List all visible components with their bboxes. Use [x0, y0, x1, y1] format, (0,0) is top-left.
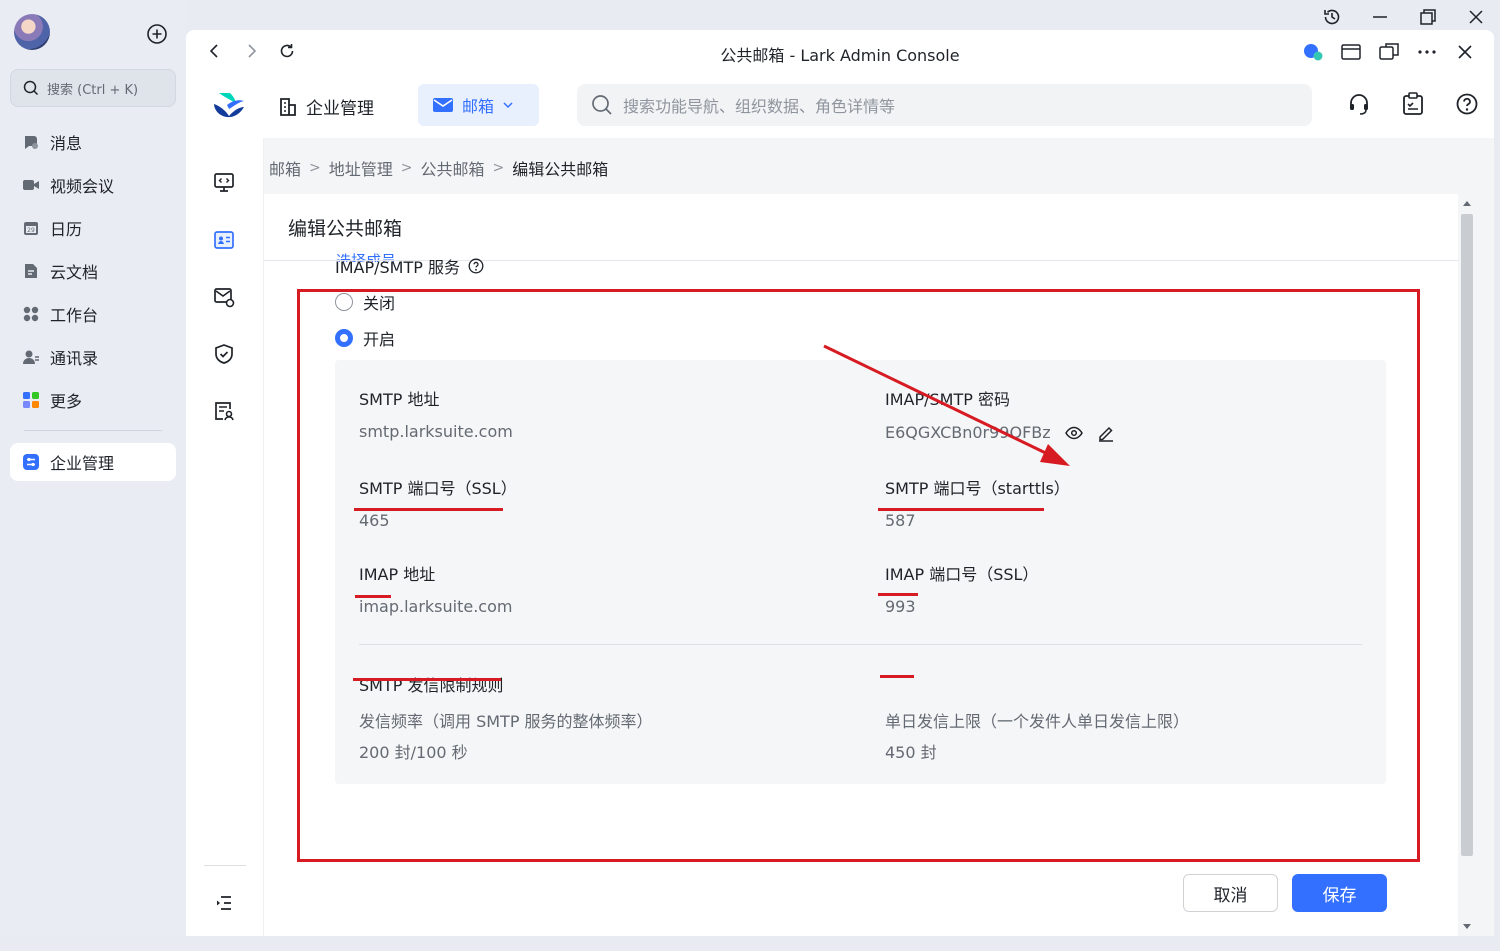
sidebar-item-contacts[interactable]: 通讯录 — [10, 335, 176, 378]
window-tools — [1302, 42, 1476, 62]
imap-section-title: IMAP/SMTP 服务 — [335, 254, 484, 278]
shield-icon[interactable] — [213, 343, 235, 365]
breadcrumb-separator: > — [400, 160, 413, 176]
contacts-icon — [23, 350, 39, 364]
org-switcher[interactable]: 企业管理 — [278, 94, 374, 119]
close-icon — [1469, 10, 1483, 24]
search-icon — [23, 80, 39, 96]
developer-monitor-icon[interactable] — [213, 172, 235, 194]
sidebar-item-label: 更多 — [50, 391, 83, 411]
sidebar-bottom-divider — [204, 865, 246, 866]
lark-sidebar: 搜索 (Ctrl + K) 消息 视频会议 29 日历 云文档 工作台 通讯录 — [0, 0, 186, 951]
history-icon — [1324, 9, 1340, 25]
imap-section-label: IMAP/SMTP 服务 — [335, 258, 460, 277]
grid-icon — [23, 306, 39, 321]
chat-icon — [25, 135, 38, 149]
minimize-button[interactable] — [1356, 4, 1404, 30]
breadcrumb-separator: > — [492, 160, 505, 176]
sidebar-item-docs[interactable]: 云文档 — [10, 249, 176, 292]
sidebar-item-label: 云文档 — [50, 262, 99, 282]
close-tab-icon[interactable] — [1454, 42, 1476, 62]
admin-icon — [23, 454, 39, 470]
support-icon[interactable] — [1348, 92, 1370, 116]
help-circle-icon[interactable] — [468, 258, 484, 274]
annotation-underline — [353, 678, 501, 681]
sidebar-item-label: 通讯录 — [50, 348, 99, 368]
collapse-sidebar-icon[interactable] — [213, 892, 235, 914]
save-button[interactable]: 保存 — [1292, 874, 1387, 912]
avatar[interactable] — [14, 14, 50, 50]
breadcrumb-item-public-mailbox[interactable]: 公共邮箱 — [421, 156, 485, 180]
add-icon[interactable] — [146, 23, 168, 45]
docs-icon — [25, 263, 37, 278]
search-icon — [592, 95, 612, 115]
building-icon — [280, 97, 296, 116]
calendar-icon: 29 — [24, 221, 38, 235]
annotation-underline — [880, 675, 914, 678]
app-header: 企业管理 邮箱 搜索功能导航、组织数据、角色详情等 — [186, 74, 1494, 138]
breadcrumb-item-address[interactable]: 地址管理 — [329, 156, 393, 180]
breadcrumb-separator: > — [309, 160, 321, 176]
apps-icon — [23, 391, 39, 408]
sidebar-item-label: 视频会议 — [50, 176, 115, 196]
mail-icon — [433, 98, 453, 112]
sidebar-item-label: 日历 — [50, 219, 83, 239]
annotation-arrow — [823, 344, 1070, 466]
address-card-icon[interactable] — [213, 229, 235, 251]
sidebar-item-label: 工作台 — [50, 305, 99, 325]
sidebar-nav: 消息 视频会议 29 日历 云文档 工作台 通讯录 更多 — [10, 120, 176, 421]
video-icon — [23, 179, 39, 190]
module-sidebar — [186, 138, 264, 936]
org-label: 企业管理 — [306, 99, 374, 119]
mail-module-tab[interactable]: 邮箱 — [418, 84, 539, 126]
cancel-button[interactable]: 取消 — [1183, 874, 1278, 912]
sidebar-item-video[interactable]: 视频会议 — [10, 163, 176, 206]
mail-settings-icon[interactable] — [213, 286, 235, 308]
close-button[interactable] — [1452, 4, 1500, 30]
annotation-underline — [878, 508, 1044, 511]
scroll-up-icon[interactable] — [1463, 200, 1471, 206]
sidebar-item-more[interactable]: 更多 — [10, 378, 176, 421]
sidebar-search-placeholder: 搜索 (Ctrl + K) — [47, 82, 139, 98]
annotation-underline — [354, 508, 503, 511]
header-tools — [1348, 92, 1478, 116]
minimize-icon — [1373, 16, 1387, 18]
sidebar-item-enterprise[interactable]: 企业管理 — [10, 443, 176, 481]
restore-button[interactable] — [1404, 4, 1452, 30]
panel-icon[interactable] — [1340, 42, 1362, 62]
global-search-input[interactable]: 搜索功能导航、组织数据、角色详情等 — [577, 84, 1312, 126]
window-title: 公共邮箱 - Lark Admin Console — [720, 46, 960, 65]
help-icon[interactable] — [1456, 92, 1478, 116]
ai-assistant-icon[interactable] — [1302, 42, 1324, 62]
document-user-icon[interactable] — [213, 400, 235, 422]
scrollbar-thumb[interactable] — [1461, 214, 1473, 856]
checklist-icon[interactable] — [1402, 92, 1424, 116]
annotation-underline — [355, 595, 391, 598]
sidebar-item-calendar[interactable]: 29 日历 — [10, 206, 176, 249]
annotation-underline — [878, 593, 918, 596]
global-search-placeholder: 搜索功能导航、组织数据、角色详情等 — [623, 97, 896, 116]
sidebar-item-messages[interactable]: 消息 — [10, 120, 176, 163]
restore-icon — [1420, 9, 1436, 25]
sidebar-item-label: 消息 — [50, 133, 83, 153]
svg-text:29: 29 — [27, 227, 35, 234]
scroll-down-icon[interactable] — [1463, 924, 1471, 930]
history-button[interactable] — [1308, 4, 1356, 30]
breadcrumb-item-current: 编辑公共邮箱 — [512, 160, 609, 179]
page-title: 编辑公共邮箱 — [288, 218, 403, 240]
lark-logo — [214, 93, 244, 118]
bottom-strip — [0, 936, 1500, 951]
chevron-down-icon — [503, 102, 513, 109]
breadcrumb-item-mail[interactable]: 邮箱 — [269, 156, 301, 180]
sidebar-item-workplace[interactable]: 工作台 — [10, 292, 176, 335]
sidebar-search[interactable]: 搜索 (Ctrl + K) — [10, 69, 176, 107]
window-toolbar: 公共邮箱 - Lark Admin Console — [186, 30, 1494, 74]
window-controls — [1308, 4, 1500, 30]
sidebar-item-label: 企业管理 — [50, 454, 115, 473]
breadcrumb: 邮箱 > 地址管理 > 公共邮箱 > 编辑公共邮箱 — [269, 156, 608, 180]
new-window-icon[interactable] — [1378, 42, 1400, 62]
sidebar-divider — [24, 430, 162, 431]
more-icon[interactable] — [1416, 42, 1438, 62]
mail-tab-label: 邮箱 — [462, 97, 495, 116]
